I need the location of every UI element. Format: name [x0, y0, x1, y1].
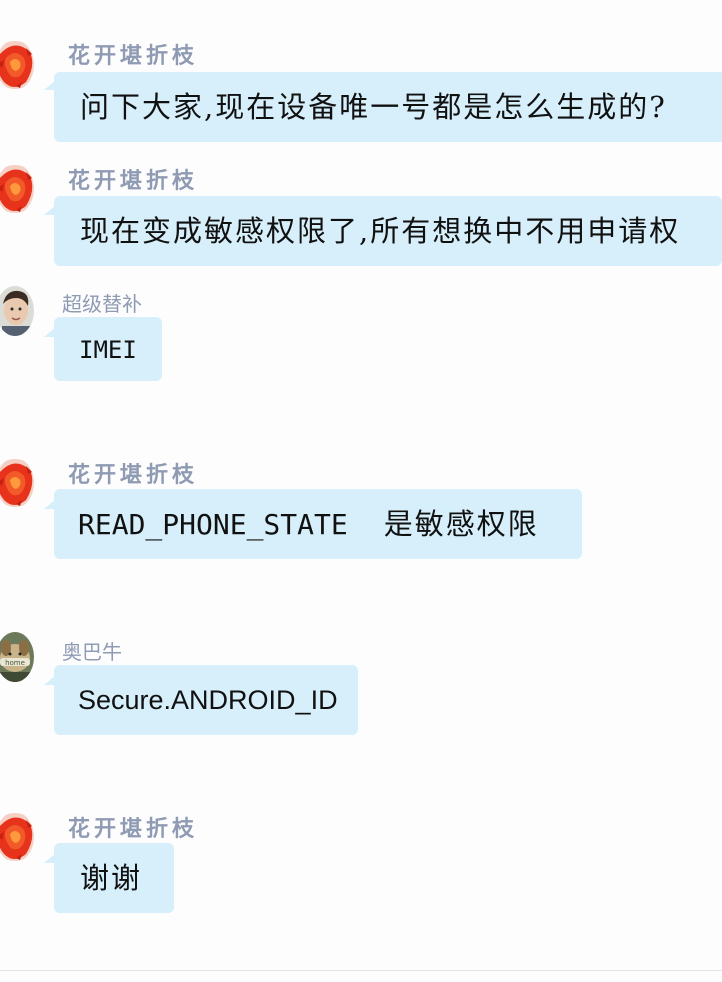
- sender-name: 花开堪折枝: [68, 168, 199, 194]
- red-flower-avatar[interactable]: [0, 164, 34, 214]
- message-bubble[interactable]: Secure.ANDROID_ID: [54, 665, 358, 735]
- message-bubble[interactable]: 现在变成敏感权限了,所有想换中不用申请权: [54, 196, 722, 266]
- message-bubble[interactable]: IMEI: [54, 317, 162, 381]
- message-bubble[interactable]: READ_PHONE_STATE 是敏感权限: [54, 489, 582, 559]
- message-bubble[interactable]: 谢谢: [54, 843, 174, 913]
- sender-name: 花开堪折枝: [68, 816, 199, 842]
- svg-text:home: home: [5, 659, 25, 667]
- sender-name: 花开堪折枝: [68, 43, 199, 69]
- sender-name: 超级替补: [62, 292, 142, 316]
- message-bubble[interactable]: 问下大家,现在设备唯一号都是怎么生成的?: [54, 72, 722, 142]
- person-photo-avatar[interactable]: [0, 286, 34, 336]
- red-flower-avatar[interactable]: [0, 458, 34, 508]
- dog-photo-avatar[interactable]: home: [0, 632, 34, 682]
- red-flower-avatar[interactable]: [0, 40, 34, 90]
- sender-name: 花开堪折枝: [68, 462, 199, 488]
- sender-name: 奥巴牛: [62, 640, 122, 664]
- message-text: 是敏感权限: [383, 507, 539, 541]
- message-code-text: READ_PHONE_STATE: [78, 508, 348, 541]
- red-flower-avatar[interactable]: [0, 812, 34, 862]
- input-divider: [0, 970, 722, 971]
